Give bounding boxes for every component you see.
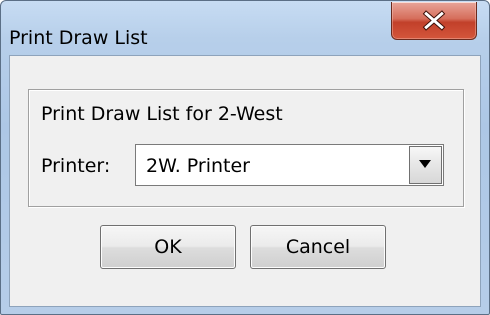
printer-dropdown-button[interactable]: [409, 146, 442, 184]
printer-selected-value: 2W. Printer: [146, 155, 250, 177]
window-title: Print Draw List: [9, 27, 148, 49]
title-bar[interactable]: Print Draw List: [1, 1, 489, 53]
chevron-down-icon: [419, 160, 431, 168]
dialog-client-area: Print Draw List for 2-West Printer: 2W. …: [9, 55, 481, 307]
dialog-window: Print Draw List Print Draw List for 2-We…: [0, 0, 490, 315]
cancel-button[interactable]: Cancel: [250, 225, 386, 269]
printer-select[interactable]: 2W. Printer: [135, 144, 444, 186]
ok-button[interactable]: OK: [100, 225, 236, 269]
printer-label: Printer:: [41, 155, 111, 177]
close-icon: [422, 10, 446, 31]
dialog-heading: Print Draw List for 2-West: [41, 103, 283, 125]
close-button[interactable]: [391, 2, 477, 40]
